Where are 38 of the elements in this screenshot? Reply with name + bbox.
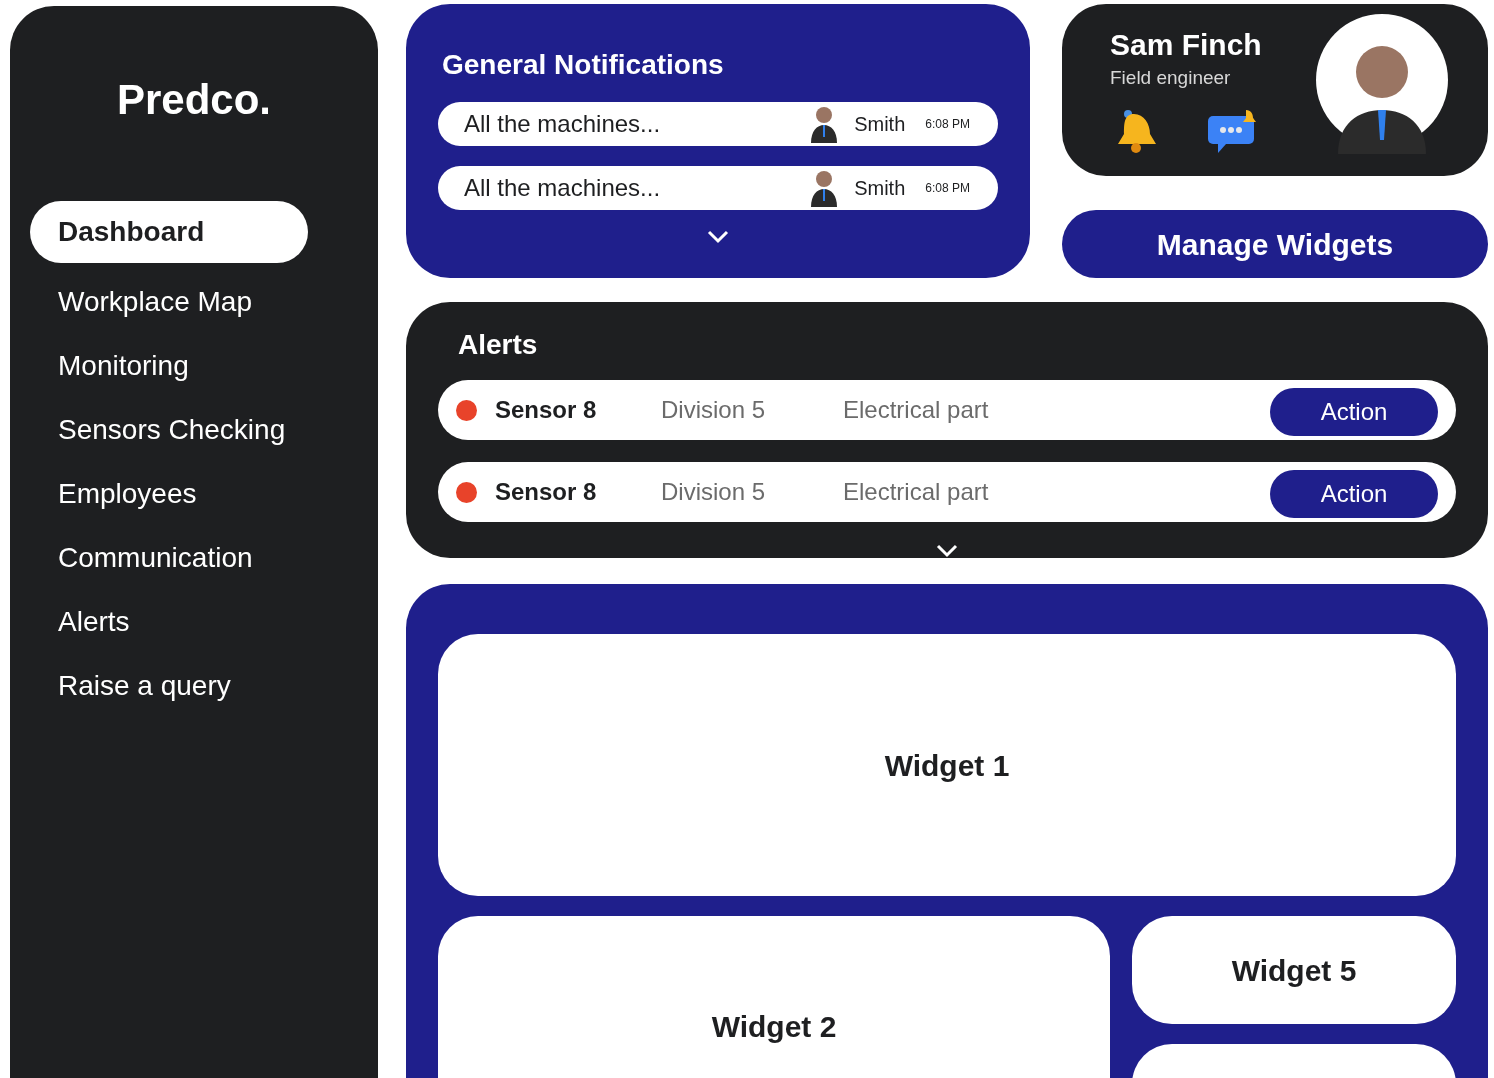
part-label: Electrical part xyxy=(843,395,990,425)
profile-name: Sam Finch xyxy=(1110,27,1263,63)
logo: Predco. xyxy=(115,75,273,125)
chat-bubble-icon[interactable] xyxy=(1206,108,1258,154)
notification-row[interactable]: All the machines... Smith 6:08 PM xyxy=(438,166,998,210)
widget-title: Widget 5 xyxy=(1231,952,1357,989)
notification-time: 6:08 PM xyxy=(925,180,970,197)
action-button[interactable]: Action xyxy=(1270,470,1438,518)
nav-item[interactable]: Sensors Checking xyxy=(30,405,308,455)
nav-item[interactable]: Raise a query xyxy=(30,661,308,711)
profile-role: Field engineer xyxy=(1110,65,1232,90)
nav-item[interactable]: Monitoring xyxy=(30,341,308,391)
nav-item[interactable]: Communication xyxy=(30,533,308,583)
nav-item[interactable]: Workplace Map xyxy=(30,277,308,327)
notification-message: All the machines... xyxy=(464,173,662,203)
sensor-name: Sensor 8 xyxy=(495,395,598,425)
panel-title: General Notifications xyxy=(442,48,725,82)
widget-title: Widget 1 xyxy=(884,747,1010,784)
division-label: Division 5 xyxy=(661,477,767,507)
sensor-name: Sensor 8 xyxy=(495,477,598,507)
panel-title: Alerts xyxy=(458,328,539,362)
part-label: Electrical part xyxy=(843,477,990,507)
division-label: Division 5 xyxy=(661,395,767,425)
sender-name: Smith xyxy=(854,176,906,201)
widget-title: Widget 2 xyxy=(711,1008,837,1045)
chevron-down-icon[interactable] xyxy=(707,230,729,244)
chevron-down-icon[interactable] xyxy=(936,544,958,558)
action-button[interactable]: Action xyxy=(1270,388,1438,436)
nav-item[interactable]: Employees xyxy=(30,469,308,519)
nav-item[interactable]: Alerts xyxy=(30,597,308,647)
notification-row[interactable]: All the machines... Smith 6:08 PM xyxy=(438,102,998,146)
notification-message: All the machines... xyxy=(464,109,662,139)
avatar xyxy=(810,169,839,207)
nav-item[interactable]: Dashboard xyxy=(30,201,308,263)
notification-time: 6:08 PM xyxy=(925,116,970,133)
avatar xyxy=(810,105,839,143)
sender-name: Smith xyxy=(854,112,906,137)
manage-widgets-button[interactable]: Manage Widgets xyxy=(1062,210,1488,278)
